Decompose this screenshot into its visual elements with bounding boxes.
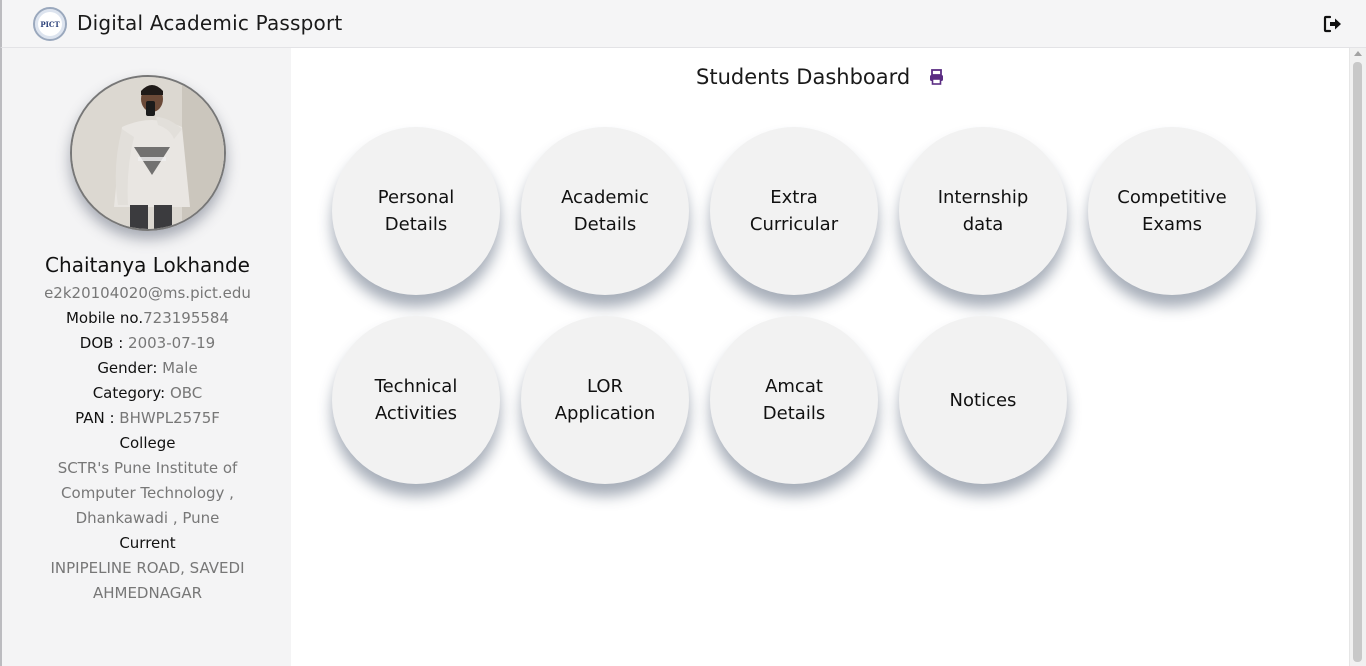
pan-row: PAN : BHWPL2575F xyxy=(75,409,220,427)
logo-text: PICT xyxy=(40,19,60,29)
tile-personal-details[interactable]: Personal Details xyxy=(332,127,500,295)
pan-label: PAN xyxy=(75,409,105,427)
dob-row: DOB : 2003-07-19 xyxy=(79,334,216,352)
tile-amcat-details[interactable]: Amcat Details xyxy=(710,316,878,484)
college-label: College xyxy=(119,434,176,452)
mobile-label: Mobile no. xyxy=(65,309,144,327)
mobile-value: 723195584 xyxy=(143,309,230,327)
print-icon[interactable] xyxy=(929,69,944,85)
dob-label: DOB xyxy=(79,334,114,352)
category-row: Category: OBC xyxy=(92,384,203,402)
profile-sidebar: Chaitanya Lokhande e2k20104020@ms.pict.e… xyxy=(0,48,291,666)
dashboard-title: Students Dashboard xyxy=(696,65,911,89)
current-address-label: Current xyxy=(119,534,176,552)
college-value: SCTR's Pune Institute of Computer Techno… xyxy=(57,459,238,527)
vertical-scrollbar[interactable] xyxy=(1349,48,1366,666)
top-navbar: PICT Digital Academic Passport xyxy=(0,0,1366,48)
category-label: Category xyxy=(92,384,161,402)
avatar-photo xyxy=(72,77,224,229)
app-title[interactable]: Digital Academic Passport xyxy=(77,11,342,35)
tile-lor-application[interactable]: LOR Application xyxy=(521,316,689,484)
current-address-value: INPIPELINE ROAD, SAVEDI AHMEDNAGAR xyxy=(50,559,245,602)
scroll-up-arrow-icon[interactable] xyxy=(1354,51,1362,56)
dob-value: 2003-07-19 xyxy=(128,334,216,352)
category-value: OBC xyxy=(169,384,203,402)
gender-row: Gender: Male xyxy=(97,359,198,377)
tile-extra-curricular[interactable]: Extra Curricular xyxy=(710,127,878,295)
sign-out-icon[interactable] xyxy=(1323,15,1343,33)
tile-academic-details[interactable]: Academic Details xyxy=(521,127,689,295)
tile-internship-data[interactable]: Internship data xyxy=(899,127,1067,295)
mobile-row: Mobile no.723195584 xyxy=(2,306,293,331)
college-logo[interactable]: PICT xyxy=(33,7,67,41)
gender-label: Gender xyxy=(97,359,153,377)
tile-competitive-exams[interactable]: Competitive Exams xyxy=(1088,127,1256,295)
gender-value: Male xyxy=(162,359,198,377)
student-email: e2k20104020@ms.pict.edu xyxy=(44,284,251,302)
profile-avatar xyxy=(70,75,226,231)
pan-value: BHWPL2575F xyxy=(119,409,220,427)
tile-technical-activities[interactable]: Technical Activities xyxy=(332,316,500,484)
tile-notices[interactable]: Notices xyxy=(899,316,1067,484)
dashboard-main: Students Dashboard Personal Details Acad… xyxy=(291,48,1349,666)
student-name: Chaitanya Lokhande xyxy=(45,253,250,277)
scrollbar-thumb[interactable] xyxy=(1353,62,1362,662)
